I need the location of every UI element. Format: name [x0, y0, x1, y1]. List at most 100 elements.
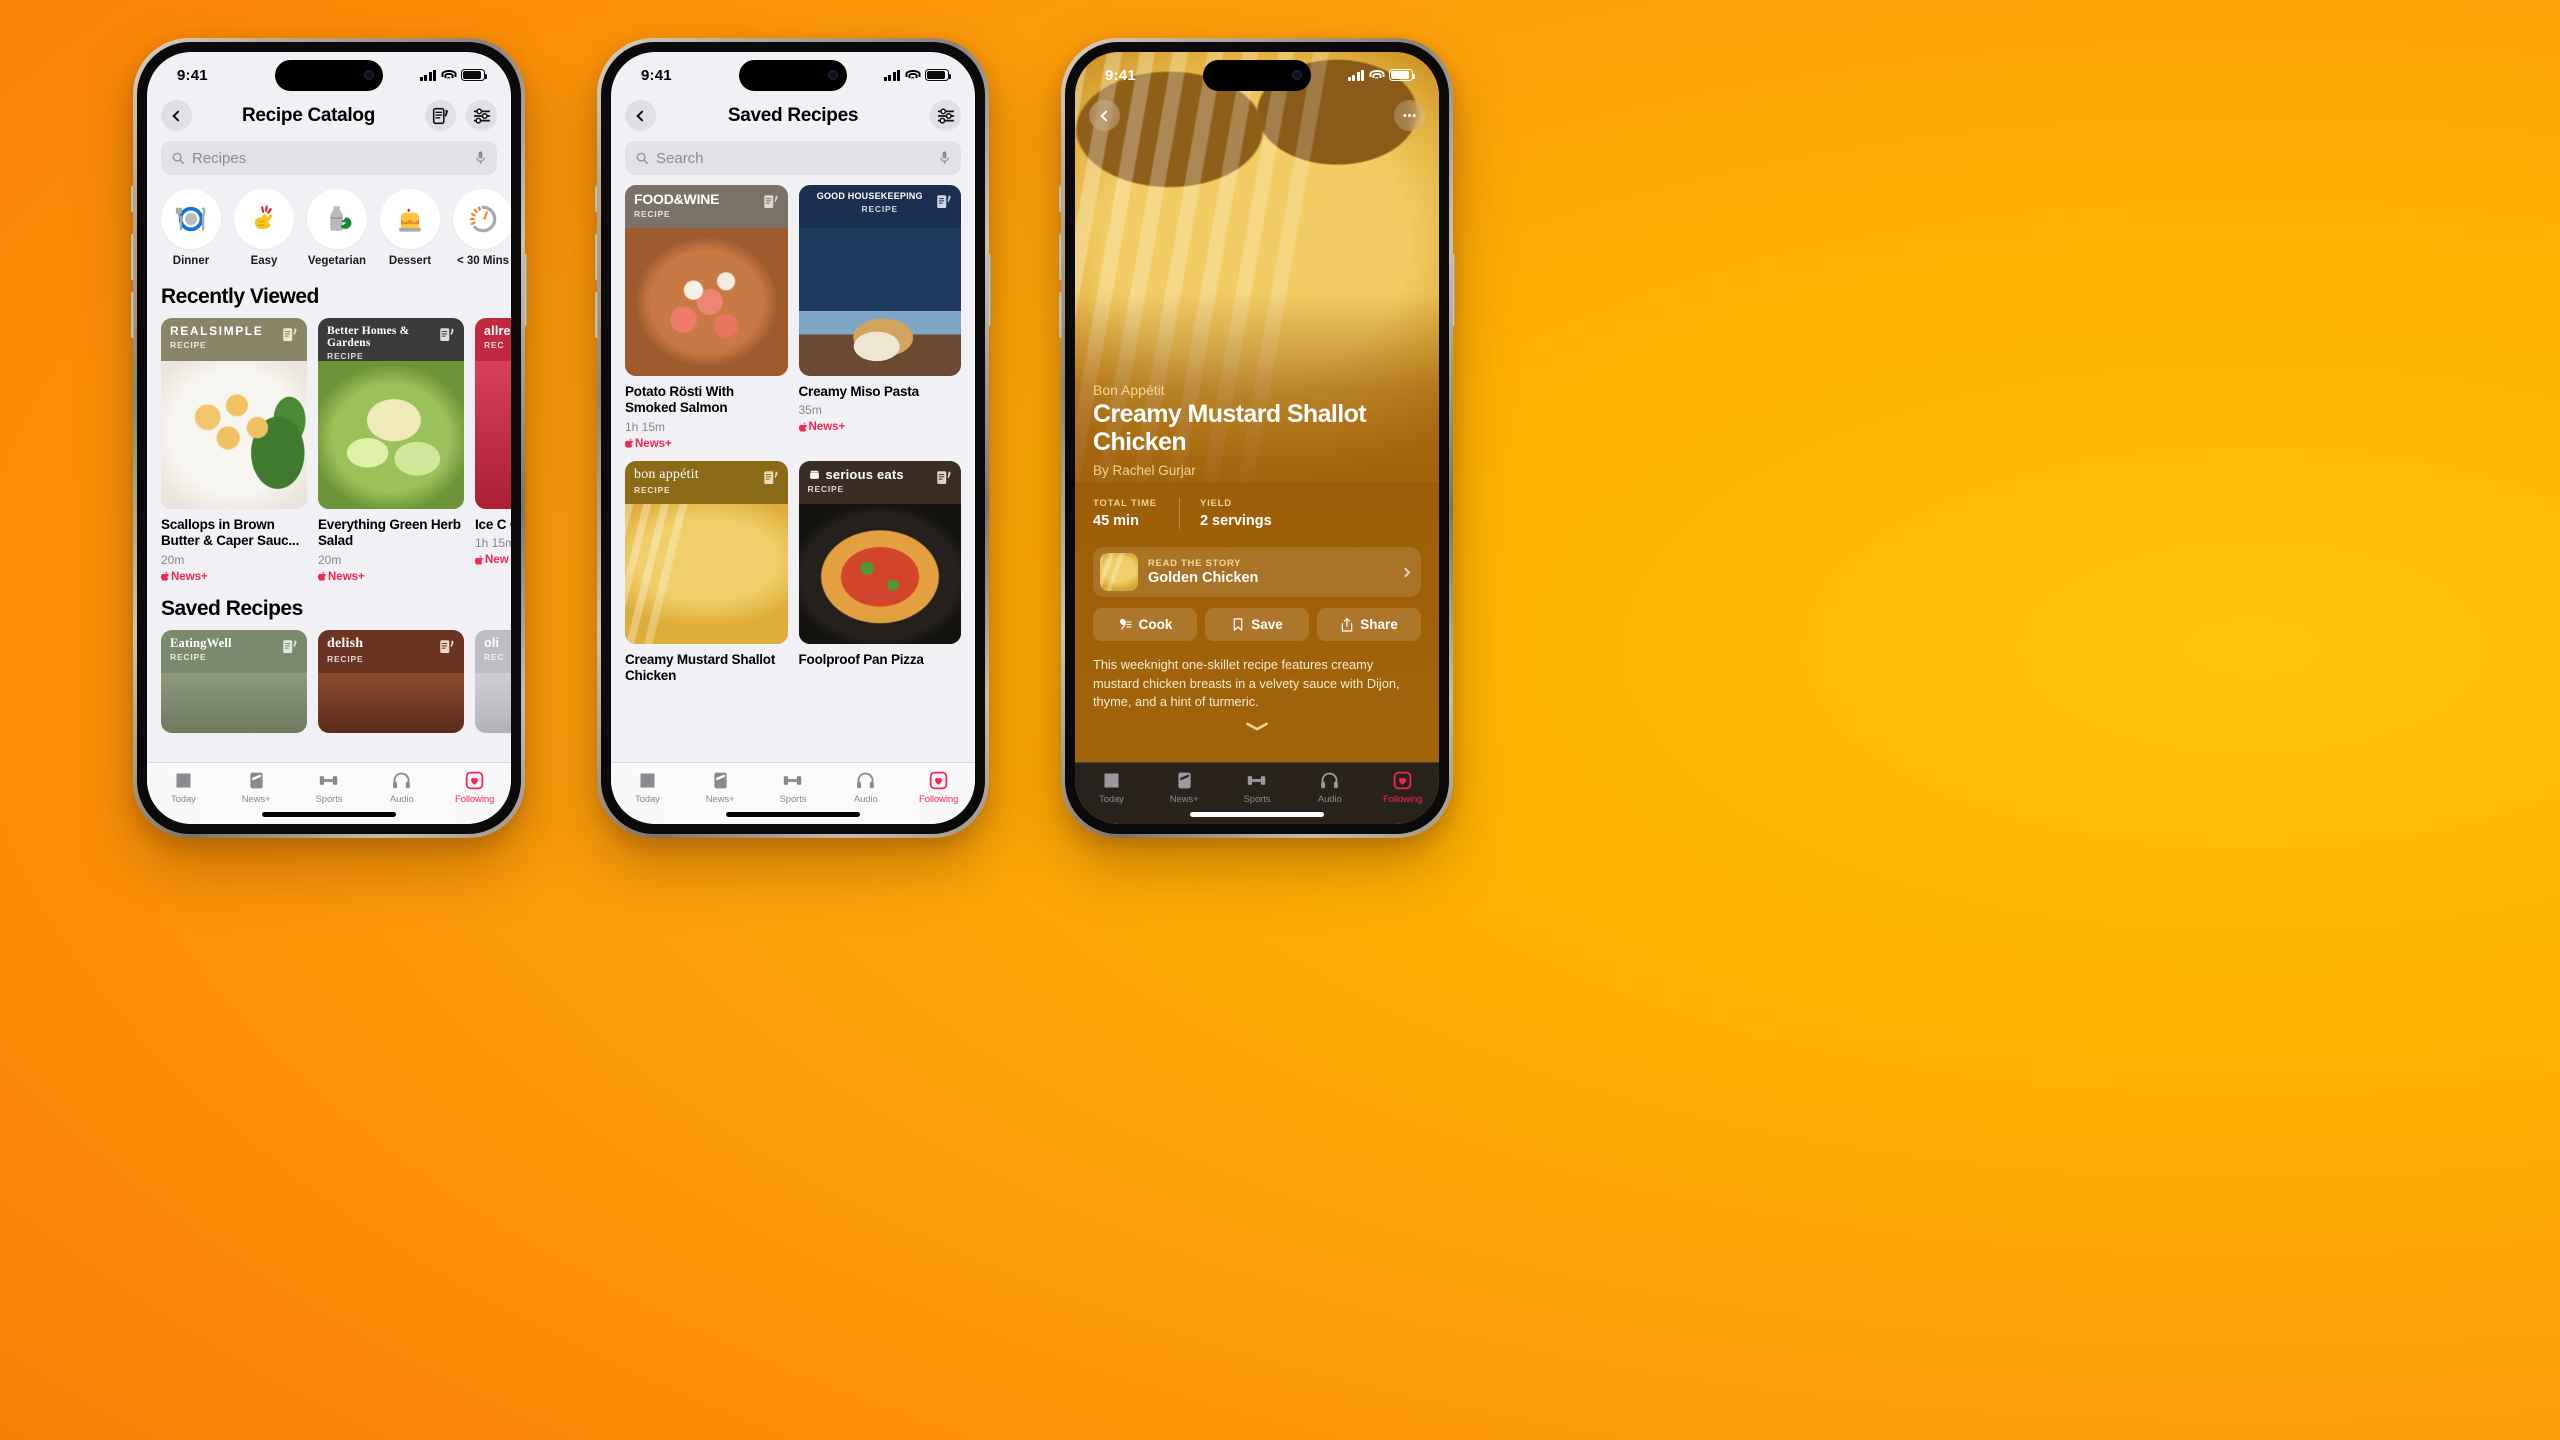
- tab-audio[interactable]: Audio: [365, 770, 438, 805]
- recipe-photo: [625, 228, 788, 376]
- mute-switch[interactable]: [131, 186, 134, 212]
- saved-recipes-row[interactable]: EatingWell RECIPE delish RECIPE oli REC: [147, 629, 511, 733]
- recipe-card-image: bon appétit RECIPE: [625, 460, 788, 644]
- headphones-icon: [393, 772, 411, 789]
- recipe-card[interactable]: FOOD&WINE RECIPE Potato Rösti With Smoke…: [625, 185, 788, 450]
- recipe-card-icon: [937, 471, 951, 484]
- recipe-time: 1h 15m: [625, 419, 666, 434]
- meta-value: 45 min: [1093, 513, 1139, 529]
- category-row[interactable]: Dinner Easy Vegetarian Dessert < 30 Mins: [147, 185, 511, 271]
- share-button[interactable]: Share: [1317, 608, 1421, 641]
- tab-following[interactable]: Following: [902, 770, 975, 805]
- status-time: 9:41: [1105, 66, 1136, 84]
- power-button[interactable]: [1452, 254, 1455, 326]
- mic-icon[interactable]: [938, 150, 951, 166]
- category-under-30-mins[interactable]: < 30 Mins: [453, 189, 511, 267]
- nav-bar: Recipe Catalog: [147, 98, 511, 139]
- recipe-card[interactable]: Better Homes & Gardens RECIPE Everything…: [318, 318, 464, 583]
- volume-up-button[interactable]: [131, 234, 134, 280]
- tab-today[interactable]: Today: [611, 770, 684, 805]
- read-the-story-card[interactable]: READ THE STORY Golden Chicken: [1093, 547, 1421, 597]
- back-button[interactable]: [625, 100, 656, 131]
- publisher-banner: EatingWell RECIPE: [161, 629, 307, 673]
- nav-bar: [1075, 98, 1439, 139]
- saved-recipes-grid[interactable]: FOOD&WINE RECIPE Potato Rösti With Smoke…: [611, 185, 975, 685]
- expand-button[interactable]: [1093, 719, 1421, 737]
- recipe-card-icon: [283, 640, 297, 653]
- category-easy[interactable]: Easy: [234, 189, 294, 267]
- tab-sports[interactable]: Sports: [757, 770, 830, 805]
- publisher-name: EatingWell: [170, 635, 232, 650]
- spoon-icon: [1119, 618, 1132, 630]
- recipe-card[interactable]: EatingWell RECIPE: [161, 629, 307, 733]
- filter-button[interactable]: [930, 100, 961, 131]
- volume-up-button[interactable]: [1059, 234, 1062, 280]
- recipe-card[interactable]: GOOD HOUSEKEEPING RECIPE Creamy Miso Pas…: [798, 185, 961, 450]
- wifi-icon: [1369, 69, 1384, 81]
- tab-sports[interactable]: Sports: [293, 770, 366, 805]
- status-time: 9:41: [177, 66, 208, 84]
- search-bar[interactable]: Recipes: [161, 141, 497, 175]
- more-button[interactable]: [1394, 100, 1425, 131]
- recipe-card-image: GOOD HOUSEKEEPING RECIPE: [798, 185, 961, 376]
- category-label: Dinner: [172, 255, 210, 267]
- recipe-card-icon: [440, 640, 454, 653]
- publisher-name: allre: [484, 324, 511, 338]
- apple-logo-icon: [625, 439, 634, 449]
- recipe-photo: [475, 672, 511, 733]
- apple-logo-icon: [798, 422, 807, 432]
- volume-down-button[interactable]: [1059, 292, 1062, 338]
- search-input[interactable]: Search: [656, 150, 931, 167]
- tab-audio[interactable]: Audio: [829, 770, 902, 805]
- recipe-card[interactable]: serious eats RECIPE Foolproof Pan Pizza: [798, 460, 961, 685]
- recently-viewed-row[interactable]: REALSIMPLE RECIPE Scallops in Brown Butt…: [147, 318, 511, 583]
- share-icon: [1341, 617, 1353, 632]
- tab-today[interactable]: Today: [147, 770, 220, 805]
- volume-down-button[interactable]: [595, 292, 598, 338]
- publisher-kind: RECIPE: [634, 484, 671, 495]
- cook-button[interactable]: Cook: [1093, 608, 1197, 641]
- dynamic-island: [739, 60, 847, 91]
- recipe-card[interactable]: delish RECIPE: [318, 629, 464, 733]
- back-button[interactable]: [1089, 100, 1120, 131]
- recipe-card[interactable]: bon appétit RECIPE Creamy Mustard Shallo…: [625, 460, 788, 685]
- tab-today[interactable]: Today: [1075, 770, 1148, 805]
- recipe-actions[interactable]: Cook Save Share: [1093, 608, 1421, 641]
- recipe-card-button[interactable]: [425, 100, 456, 131]
- tab-news-plus[interactable]: News+: [1148, 770, 1221, 805]
- tab-following[interactable]: Following: [438, 770, 511, 805]
- volume-down-button[interactable]: [131, 292, 134, 338]
- chevron-right-icon: [1400, 567, 1411, 577]
- search-bar[interactable]: Search: [625, 141, 961, 175]
- phone-saved-recipes: 9:41 Saved Recipes Search FOOD&WINE RECI…: [595, 38, 991, 838]
- news-plus-label: News+: [328, 570, 365, 583]
- battery-icon: [461, 69, 487, 81]
- save-button[interactable]: Save: [1205, 608, 1309, 641]
- publisher-kind: RECIPE: [634, 208, 671, 219]
- mute-switch[interactable]: [1059, 186, 1062, 212]
- back-button[interactable]: [161, 100, 192, 131]
- tab-audio[interactable]: Audio: [1293, 770, 1366, 805]
- recipe-card[interactable]: REALSIMPLE RECIPE Scallops in Brown Butt…: [161, 318, 307, 583]
- filter-button[interactable]: [466, 100, 497, 131]
- category-dinner[interactable]: Dinner: [161, 189, 221, 267]
- mute-switch[interactable]: [595, 186, 598, 212]
- phone-recipe-catalog: 9:41 Recipe Catalog Recipes Dinner Easy …: [131, 38, 527, 838]
- recipe-card-image: Better Homes & Gardens RECIPE: [318, 318, 464, 509]
- tab-news-plus[interactable]: News+: [220, 770, 293, 805]
- tab-news-plus[interactable]: News+: [684, 770, 757, 805]
- recipe-photo: [318, 361, 464, 509]
- mic-icon[interactable]: [474, 150, 487, 166]
- category-dessert[interactable]: Dessert: [380, 189, 440, 267]
- recipe-card[interactable]: oli REC: [475, 629, 511, 733]
- tab-following[interactable]: Following: [1366, 770, 1439, 805]
- category-vegetarian[interactable]: Vegetarian: [307, 189, 367, 267]
- chevron-down-icon: [1246, 722, 1268, 731]
- power-button[interactable]: [524, 254, 527, 326]
- search-input[interactable]: Recipes: [192, 150, 467, 167]
- publisher-banner: Better Homes & Gardens RECIPE: [318, 318, 464, 361]
- power-button[interactable]: [988, 254, 991, 326]
- recipe-card[interactable]: allre REC Ice C Cake 1h 15m New: [475, 318, 511, 583]
- tab-sports[interactable]: Sports: [1221, 770, 1294, 805]
- volume-up-button[interactable]: [595, 234, 598, 280]
